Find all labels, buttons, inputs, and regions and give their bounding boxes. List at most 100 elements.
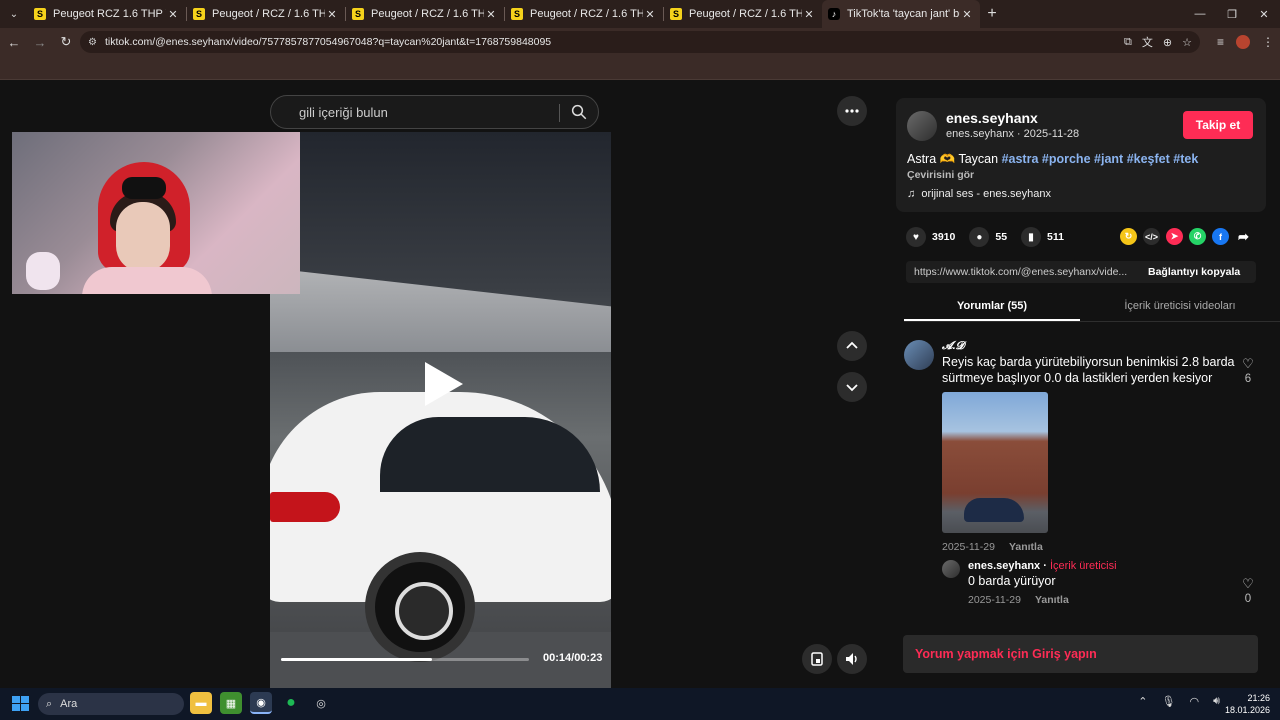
tab-close-icon[interactable]: ✕ (802, 8, 816, 21)
share-buttons: ↻ </> ➤ ✆ f ➦ (1120, 228, 1252, 245)
commenter-avatar[interactable] (904, 340, 934, 370)
share-arrow-icon[interactable]: ➦ (1235, 228, 1252, 245)
follow-button[interactable]: Takip et (1183, 111, 1253, 139)
tray-chevron-icon[interactable]: ⌃ (1138, 695, 1147, 708)
translate-link[interactable]: Çevirisini gör (907, 169, 974, 181)
system-tray: ⌃ 🎙︎ ◠ 🔊︎ (1138, 695, 1220, 708)
facebook-icon[interactable]: f (1212, 228, 1229, 245)
next-video-button[interactable] (837, 372, 867, 402)
comment-stat[interactable]: ● 55 (969, 227, 1007, 247)
speaker-icon[interactable]: 🔊︎ (1213, 695, 1220, 708)
reply-author-name[interactable]: enes.seyhanx (968, 560, 1040, 572)
copy-link-button[interactable]: Bağlantıyı kopyala (1134, 266, 1240, 278)
floating-player-button[interactable] (802, 644, 832, 674)
tab-close-icon[interactable]: ✕ (325, 8, 339, 21)
chrome-icon[interactable]: ◉ (250, 692, 272, 714)
browser-tab-active[interactable]: ♪ TikTok'ta 'taycan jant' bulabilirs✕ (822, 0, 980, 28)
url-field[interactable]: ⚙ tiktok.com/@enes.seyhanx/video/7577857… (80, 31, 1200, 53)
hashtag[interactable]: #astra (1002, 152, 1039, 166)
send-to-friends-icon[interactable]: ➤ (1166, 228, 1183, 245)
music-link[interactable]: ♫ orijinal ses - enes.seyhanx (907, 188, 1051, 200)
hashtag[interactable]: #tek (1173, 152, 1198, 166)
bookmarks-bar (0, 56, 1280, 80)
app-icon[interactable]: ◎ (310, 692, 332, 714)
microphone-icon[interactable]: 🎙︎ (1161, 695, 1175, 708)
tab-close-icon[interactable]: ✕ (960, 8, 974, 21)
hashtag[interactable]: #keşfet (1127, 152, 1170, 166)
share-link-text[interactable]: https://www.tiktok.com/@enes.seyhanx/vid… (906, 266, 1134, 278)
reading-list-icon[interactable]: ≡ (1217, 35, 1224, 49)
engagement-stats: ♥ 3910 ● 55 ▮ 511 (906, 226, 1064, 248)
browser-tab[interactable]: S Peugeot / RCZ / 1.6 THP / Yearl✕ (346, 0, 504, 28)
search-bar[interactable]: gili içeriği bulun (270, 95, 599, 129)
comment-count: 55 (995, 231, 1008, 243)
floating-player-icon (811, 652, 823, 666)
tab-close-icon[interactable]: ✕ (484, 8, 498, 21)
file-explorer-icon[interactable]: ▬ (190, 692, 212, 714)
commenter-name[interactable]: 𝓐.𝓓 (942, 340, 964, 353)
video-progress-bar[interactable] (281, 658, 529, 661)
more-options-button[interactable] (837, 96, 867, 126)
tab-close-icon[interactable]: ✕ (643, 8, 657, 21)
install-app-icon[interactable]: ⧉ (1124, 36, 1132, 49)
whatsapp-icon[interactable]: ✆ (1189, 228, 1206, 245)
save-stat[interactable]: ▮ 511 (1021, 227, 1064, 247)
volume-button[interactable] (837, 644, 867, 674)
comment-meta: 2025-11-29 Yanıtla (942, 541, 1043, 553)
embed-icon[interactable]: </> (1143, 228, 1160, 245)
previous-video-button[interactable] (837, 331, 867, 361)
translate-icon[interactable]: 文 (1142, 34, 1153, 50)
minimize-icon[interactable]: — (1184, 0, 1216, 28)
author-subline: enes.seyhanx · 2025-11-28 (946, 128, 1080, 140)
comment-date: 2025-11-29 (942, 541, 995, 553)
zoom-icon[interactable]: ⊕ (1163, 36, 1172, 49)
tab-creator-videos[interactable]: İçerik üreticisi videoları (1080, 294, 1280, 321)
reply-avatar[interactable] (942, 560, 960, 578)
hashtag[interactable]: #jant (1094, 152, 1123, 166)
search-icon[interactable] (570, 103, 588, 121)
video-description: Astra 🫶 Taycan #astra #porche #jant #keş… (907, 152, 1198, 167)
taskbar-clock[interactable]: 21:26 18.01.2026 (1225, 692, 1270, 716)
tab-search-icon[interactable]: ⌄ (0, 0, 28, 28)
comment-login-prompt[interactable]: Yorum yapmak için Giriş yapın (903, 635, 1258, 673)
author-username[interactable]: enes.seyhanx (946, 110, 1038, 126)
video-player[interactable]: 00:14/00:23 (270, 132, 611, 688)
reload-icon[interactable]: ↻ (54, 30, 78, 54)
repost-icon[interactable]: ↻ (1120, 228, 1137, 245)
browser-tab[interactable]: S Peugeot RCZ 1.6 THP Yearling✕ (28, 0, 186, 28)
spotify-icon[interactable]: ● (280, 692, 302, 714)
tab-comments[interactable]: Yorumlar (55) (904, 294, 1080, 321)
hashtag[interactable]: #porche (1042, 152, 1091, 166)
taskbar-search[interactable]: ⌕ Ara (38, 693, 184, 715)
tab-close-icon[interactable]: ✕ (166, 8, 180, 21)
reply-heart-icon[interactable]: ♡ (1240, 576, 1256, 592)
browser-tab[interactable]: S Peugeot / RCZ / 1.6 THP / Yearl✕ (505, 0, 663, 28)
close-window-icon[interactable]: ✕ (1248, 0, 1280, 28)
reply-button[interactable]: Yanıtla (1009, 541, 1043, 553)
minecraft-icon[interactable]: ▦ (220, 692, 242, 714)
browser-tab[interactable]: S Peugeot / RCZ / 1.6 THP / Yearl✕ (187, 0, 345, 28)
new-tab-button[interactable]: + (980, 5, 1004, 23)
video-frame-window (380, 417, 600, 492)
forward-arrow-icon[interactable]: → (28, 30, 52, 54)
profile-avatar-icon[interactable] (1236, 35, 1250, 49)
tiktok-favicon-icon: ♪ (828, 8, 840, 20)
address-bar: ← → ↻ ⚙ tiktok.com/@enes.seyhanx/video/7… (0, 28, 1280, 56)
bookmark-star-icon[interactable]: ☆ (1182, 36, 1192, 49)
author-avatar[interactable] (907, 111, 937, 141)
kebab-menu-icon[interactable]: ⋮ (1262, 35, 1274, 49)
browser-tab[interactable]: S Peugeot / RCZ / 1.6 THP / Yearl✕ (664, 0, 822, 28)
chevron-up-icon (846, 341, 858, 349)
window-controls: — ❐ ✕ (1184, 0, 1280, 28)
comment-image[interactable] (942, 392, 1048, 533)
restore-icon[interactable]: ❐ (1216, 0, 1248, 28)
site-info-icon[interactable]: ⚙ (88, 37, 97, 48)
comment-heart-icon[interactable]: ♡ (1240, 356, 1256, 372)
play-icon[interactable] (425, 362, 463, 406)
like-stat[interactable]: ♥ 3910 (906, 227, 955, 247)
webcam-overlay (12, 132, 300, 294)
reply-button[interactable]: Yanıtla (1035, 594, 1069, 606)
back-arrow-icon[interactable]: ← (2, 30, 26, 54)
windows-start-icon[interactable] (12, 696, 30, 712)
wifi-icon[interactable]: ◠ (1189, 695, 1199, 708)
